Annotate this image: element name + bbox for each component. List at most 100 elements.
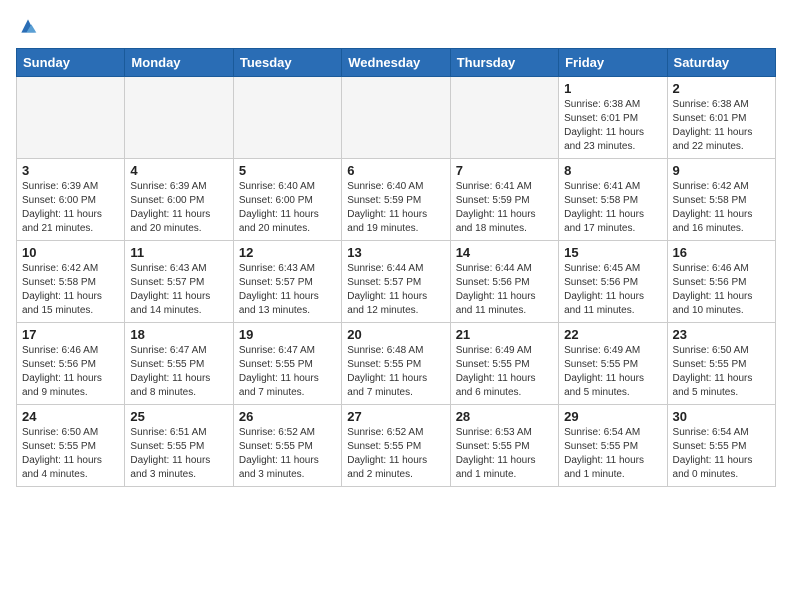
day-info: Sunrise: 6:53 AM Sunset: 5:55 PM Dayligh… [456,426,553,482]
day-cell: 24 Sunrise: 6:50 AM Sunset: 5:55 PM Dayli… [17,405,125,487]
day-info: Sunrise: 6:46 AM Sunset: 5:56 PM Dayligh… [673,262,770,318]
logo-icon [18,16,38,36]
day-number: 3 [22,163,119,178]
day-number: 9 [673,163,770,178]
calendar-table: SundayMondayTuesdayWednesdayThursdayFrid… [16,48,776,487]
day-number: 8 [564,163,661,178]
calendar-header: SundayMondayTuesdayWednesdayThursdayFrid… [17,49,776,77]
day-cell: 7Sunrise: 6:41 AM Sunset: 5:59 PM Daylig… [450,159,558,241]
day-cell: 20 Sunrise: 6:48 AM Sunset: 5:55 PM Dayli… [342,323,450,405]
day-number: 18 [130,327,227,342]
day-info: Sunrise: 6:48 AM Sunset: 5:55 PM Dayligh… [347,344,444,400]
day-info: Sunrise: 6:49 AM Sunset: 5:55 PM Dayligh… [456,344,553,400]
day-number: 4 [130,163,227,178]
day-cell: 6 Sunrise: 6:40 AM Sunset: 5:59 PM Daylig… [342,159,450,241]
day-number: 16 [673,245,770,260]
day-number: 1 [564,81,661,96]
day-number: 21 [456,327,553,342]
day-cell [17,77,125,159]
day-number: 22 [564,327,661,342]
week-row-4: 17 Sunrise: 6:46 AM Sunset: 5:56 PM Dayli… [17,323,776,405]
day-cell: 18 Sunrise: 6:47 AM Sunset: 5:55 PM Dayli… [125,323,233,405]
day-number: 14 [456,245,553,260]
day-cell: 27 Sunrise: 6:52 AM Sunset: 5:55 PM Dayli… [342,405,450,487]
day-number: 19 [239,327,336,342]
day-cell: 14 Sunrise: 6:44 AM Sunset: 5:56 PM Dayli… [450,241,558,323]
day-info: Sunrise: 6:41 AM Sunset: 5:58 PM Dayligh… [564,180,661,236]
day-info: Sunrise: 6:47 AM Sunset: 5:55 PM Dayligh… [239,344,336,400]
day-cell: 9 Sunrise: 6:42 AM Sunset: 5:58 PM Daylig… [667,159,775,241]
day-number: 17 [22,327,119,342]
day-info: Sunrise: 6:50 AM Sunset: 5:55 PM Dayligh… [673,344,770,400]
day-cell [342,77,450,159]
day-number: 20 [347,327,444,342]
day-cell: 15 Sunrise: 6:45 AM Sunset: 5:56 PM Dayli… [559,241,667,323]
day-number: 28 [456,409,553,424]
day-info: Sunrise: 6:43 AM Sunset: 5:57 PM Dayligh… [130,262,227,318]
day-number: 29 [564,409,661,424]
day-info: Sunrise: 6:38 AM Sunset: 6:01 PM Dayligh… [564,98,661,154]
day-cell: 30Sunrise: 6:54 AM Sunset: 5:55 PM Dayli… [667,405,775,487]
day-cell: 22Sunrise: 6:49 AM Sunset: 5:55 PM Dayli… [559,323,667,405]
week-row-1: 1 Sunrise: 6:38 AM Sunset: 6:01 PM Daylig… [17,77,776,159]
day-cell: 28 Sunrise: 6:53 AM Sunset: 5:55 PM Dayli… [450,405,558,487]
day-info: Sunrise: 6:45 AM Sunset: 5:56 PM Dayligh… [564,262,661,318]
day-info: Sunrise: 6:47 AM Sunset: 5:55 PM Dayligh… [130,344,227,400]
day-number: 27 [347,409,444,424]
day-info: Sunrise: 6:52 AM Sunset: 5:55 PM Dayligh… [347,426,444,482]
day-info: Sunrise: 6:44 AM Sunset: 5:57 PM Dayligh… [347,262,444,318]
day-info: Sunrise: 6:46 AM Sunset: 5:56 PM Dayligh… [22,344,119,400]
header-cell-saturday: Saturday [667,49,775,77]
day-info: Sunrise: 6:50 AM Sunset: 5:55 PM Dayligh… [22,426,119,482]
header-cell-tuesday: Tuesday [233,49,341,77]
day-number: 15 [564,245,661,260]
day-number: 24 [22,409,119,424]
day-info: Sunrise: 6:54 AM Sunset: 5:55 PM Dayligh… [564,426,661,482]
day-info: Sunrise: 6:40 AM Sunset: 5:59 PM Dayligh… [347,180,444,236]
day-cell: 3 Sunrise: 6:39 AM Sunset: 6:00 PM Daylig… [17,159,125,241]
day-cell [233,77,341,159]
day-cell: 19 Sunrise: 6:47 AM Sunset: 5:55 PM Dayli… [233,323,341,405]
day-number: 10 [22,245,119,260]
day-cell: 8 Sunrise: 6:41 AM Sunset: 5:58 PM Daylig… [559,159,667,241]
day-info: Sunrise: 6:39 AM Sunset: 6:00 PM Dayligh… [22,180,119,236]
day-info: Sunrise: 6:41 AM Sunset: 5:59 PM Dayligh… [456,180,553,236]
day-info: Sunrise: 6:38 AM Sunset: 6:01 PM Dayligh… [673,98,770,154]
week-row-2: 3 Sunrise: 6:39 AM Sunset: 6:00 PM Daylig… [17,159,776,241]
day-info: Sunrise: 6:42 AM Sunset: 5:58 PM Dayligh… [22,262,119,318]
header-cell-friday: Friday [559,49,667,77]
header-cell-wednesday: Wednesday [342,49,450,77]
day-number: 6 [347,163,444,178]
day-info: Sunrise: 6:44 AM Sunset: 5:56 PM Dayligh… [456,262,553,318]
day-number: 30 [673,409,770,424]
day-number: 2 [673,81,770,96]
day-cell: 13Sunrise: 6:44 AM Sunset: 5:57 PM Dayli… [342,241,450,323]
day-cell: 4 Sunrise: 6:39 AM Sunset: 6:00 PM Daylig… [125,159,233,241]
logo [16,16,38,36]
week-row-3: 10 Sunrise: 6:42 AM Sunset: 5:58 PM Dayli… [17,241,776,323]
day-cell [125,77,233,159]
day-cell: 29 Sunrise: 6:54 AM Sunset: 5:55 PM Dayli… [559,405,667,487]
day-cell: 16 Sunrise: 6:46 AM Sunset: 5:56 PM Dayli… [667,241,775,323]
day-cell: 26 Sunrise: 6:52 AM Sunset: 5:55 PM Dayli… [233,405,341,487]
day-cell [450,77,558,159]
day-cell: 10 Sunrise: 6:42 AM Sunset: 5:58 PM Dayli… [17,241,125,323]
day-info: Sunrise: 6:51 AM Sunset: 5:55 PM Dayligh… [130,426,227,482]
day-cell: 12Sunrise: 6:43 AM Sunset: 5:57 PM Dayli… [233,241,341,323]
header-row: SundayMondayTuesdayWednesdayThursdayFrid… [17,49,776,77]
day-cell: 25 Sunrise: 6:51 AM Sunset: 5:55 PM Dayli… [125,405,233,487]
day-cell: 21 Sunrise: 6:49 AM Sunset: 5:55 PM Dayli… [450,323,558,405]
day-cell: 1 Sunrise: 6:38 AM Sunset: 6:01 PM Daylig… [559,77,667,159]
day-number: 5 [239,163,336,178]
day-cell: 11Sunrise: 6:43 AM Sunset: 5:57 PM Dayli… [125,241,233,323]
header-cell-sunday: Sunday [17,49,125,77]
day-info: Sunrise: 6:42 AM Sunset: 5:58 PM Dayligh… [673,180,770,236]
day-info: Sunrise: 6:40 AM Sunset: 6:00 PM Dayligh… [239,180,336,236]
day-number: 26 [239,409,336,424]
day-info: Sunrise: 6:52 AM Sunset: 5:55 PM Dayligh… [239,426,336,482]
week-row-5: 24 Sunrise: 6:50 AM Sunset: 5:55 PM Dayli… [17,405,776,487]
day-number: 25 [130,409,227,424]
day-info: Sunrise: 6:39 AM Sunset: 6:00 PM Dayligh… [130,180,227,236]
day-info: Sunrise: 6:43 AM Sunset: 5:57 PM Dayligh… [239,262,336,318]
header-cell-monday: Monday [125,49,233,77]
